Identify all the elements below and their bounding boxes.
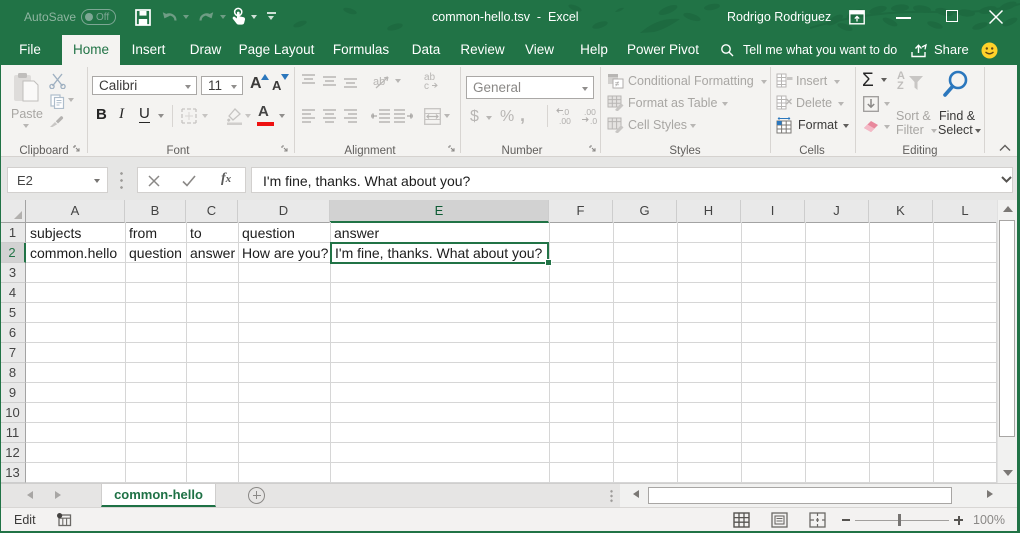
svg-text:c: c	[424, 81, 429, 90]
svg-text:.00: .00	[559, 116, 571, 125]
svg-text:≠: ≠	[615, 80, 620, 89]
svg-text:.0: .0	[590, 116, 597, 125]
